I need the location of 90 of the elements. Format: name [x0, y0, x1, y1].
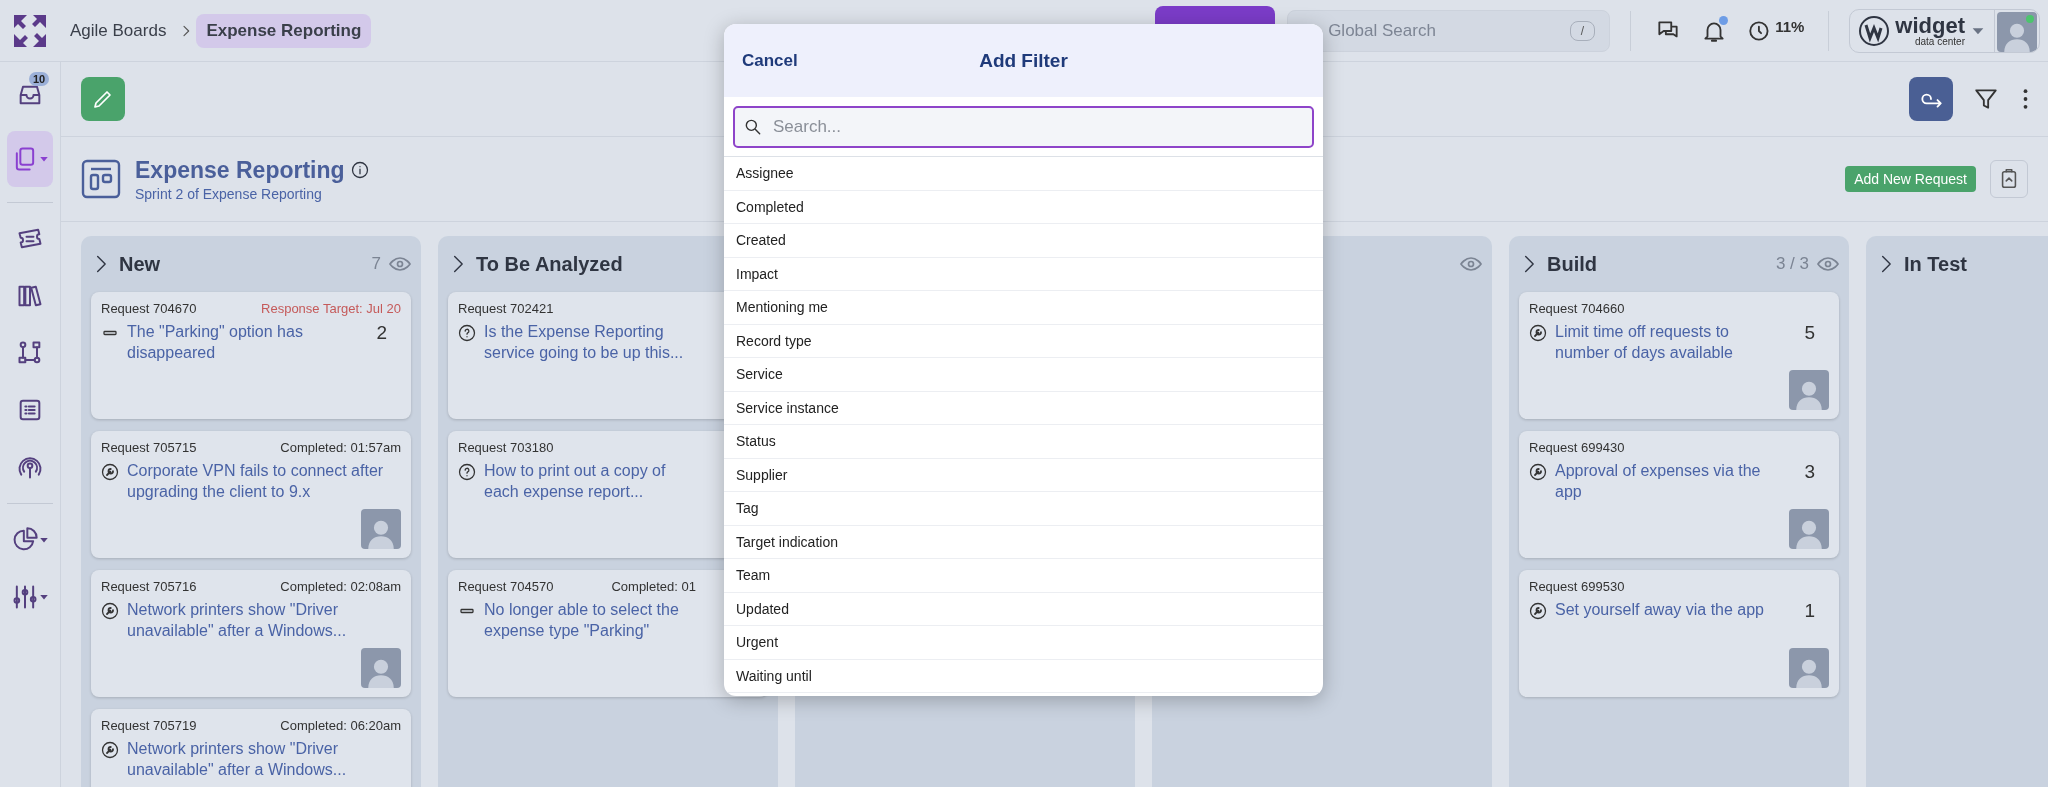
board-icon	[81, 159, 121, 199]
request-card[interactable]: Request 704670 Response Target: Jul 20 The "Parking" option has disappeared 2	[91, 292, 411, 419]
filter-option[interactable]: Record type	[724, 324, 1323, 358]
filter-option[interactable]: Target indication	[724, 525, 1323, 559]
request-title-link[interactable]: Corporate VPN fails to connect after upgrading the client to 9.x	[127, 461, 401, 503]
caret-icon	[39, 535, 49, 545]
filter-option[interactable]: Waiting until	[724, 659, 1323, 693]
clipboard-button[interactable]	[1990, 160, 2028, 198]
request-count: 2	[375, 322, 388, 344]
board-title: Expense Reporting	[135, 156, 345, 184]
flow-button[interactable]	[1909, 77, 1953, 121]
column-count: 7	[371, 254, 381, 274]
filter-option[interactable]: Service	[724, 358, 1323, 392]
breadcrumb-link[interactable]: Expense Reporting	[196, 13, 372, 48]
filter-option[interactable]: Team	[724, 559, 1323, 593]
organization-logo-icon	[1858, 14, 1891, 47]
request-number: Request 699430	[1529, 440, 1625, 455]
cancel-button[interactable]: Cancel	[732, 42, 808, 79]
question-icon	[458, 324, 476, 342]
count-badge: 10	[29, 72, 50, 86]
filter-option[interactable]: Mentioning me	[724, 291, 1323, 325]
global-search-field[interactable]: Global Search /	[1287, 9, 1611, 52]
filter-option[interactable]: Supplier	[724, 458, 1323, 492]
request-count: 3	[1803, 461, 1816, 483]
request-title-link[interactable]: Limit time off requests to number of days available	[1555, 322, 1777, 364]
column-title: Build	[1547, 252, 1597, 276]
column-title: New	[119, 252, 161, 276]
request-title-link[interactable]: How to print out a copy of each expense report...	[484, 461, 696, 503]
request-title-link[interactable]: Set yourself away via the app	[1555, 600, 1777, 621]
filter-option[interactable]: Status	[724, 425, 1323, 459]
request-number: Request 704670	[101, 301, 197, 316]
request-status: Completed: 06:20am	[280, 718, 401, 733]
timer-button[interactable]: 11%	[1743, 13, 1809, 48]
question-icon	[458, 463, 476, 481]
request-title-link[interactable]: Is the Expense Reporting service going to be up this...	[484, 322, 696, 364]
filter-option[interactable]: Urgent	[724, 626, 1323, 660]
request-status: Completed: 01	[611, 579, 696, 594]
caret-icon	[39, 154, 49, 164]
column-title: In Test	[1904, 252, 1967, 276]
request-number: Request 704660	[1529, 301, 1625, 316]
request-count: 5	[1803, 322, 1816, 344]
kebab-icon	[2023, 89, 2028, 109]
logo-icon	[13, 13, 47, 48]
wrench-icon	[101, 741, 119, 759]
request-status: Response Target: Jul 20	[261, 301, 401, 316]
request-title-link[interactable]: Network printers show "Driver unavailable" after a Windows...	[127, 739, 401, 781]
wrench-icon	[1529, 324, 1547, 342]
request-card[interactable]: Request 705719 Completed: 06:20am Network printers show "Driver unavailable" after a Windows...	[91, 709, 411, 787]
request-count: 1	[1803, 600, 1816, 622]
column-count: 3 / 3	[1775, 254, 1809, 274]
dialog-title: Add Filter	[979, 49, 1068, 71]
request-number: Request 705715	[101, 440, 197, 455]
wrench-icon	[1529, 602, 1547, 620]
info-icon	[350, 161, 369, 179]
request-status: Completed: 01:57am	[280, 440, 401, 455]
caret-icon	[39, 592, 49, 602]
request-number: Request 704570	[458, 579, 554, 594]
request-title-link[interactable]: Approval of expenses via the app	[1555, 461, 1777, 503]
request-number: Request 705719	[101, 718, 197, 733]
filter-option[interactable]: Impact	[724, 257, 1323, 291]
request-card[interactable]: Request 704660 Limit time off requests to number of days available 5	[1519, 292, 1839, 419]
request-status: Completed: 02:08am	[280, 579, 401, 594]
request-number: Request 705716	[101, 579, 197, 594]
request-card[interactable]: Request 699530 Set yourself away via the app 1	[1519, 570, 1839, 697]
request-title-link[interactable]: No longer able to select the expense type "Parking"	[484, 600, 696, 642]
sliders-icon	[11, 583, 39, 611]
filter-option[interactable]: Created	[724, 224, 1323, 258]
request-title-link[interactable]: Network printers show "Driver unavailable" after a Windows...	[127, 600, 401, 642]
filter-option[interactable]: Tag	[724, 492, 1323, 526]
wrench-icon	[101, 602, 119, 620]
request-number: Request 699530	[1529, 579, 1625, 594]
request-number: Request 702421	[458, 301, 554, 316]
shortcut-key: /	[1569, 20, 1596, 41]
column-title: To Be Analyzed	[476, 252, 623, 276]
wrench-icon	[101, 463, 119, 481]
request-number: Request 703180	[458, 440, 554, 455]
sidebar-item[interactable]	[7, 131, 53, 187]
breadcrumb-link[interactable]: Agile Boards	[60, 13, 177, 48]
board-subtitle: Sprint 2 of Expense Reporting	[135, 185, 323, 202]
request-card[interactable]: Request 705715 Completed: 01:57am Corporate VPN fails to connect after upgrading the client to 9.x	[91, 431, 411, 558]
request-title-link[interactable]: The "Parking" option has disappeared	[127, 322, 349, 364]
wrench-icon	[1529, 463, 1547, 481]
filter-option[interactable]: Updated	[724, 592, 1323, 626]
request-card[interactable]: Request 705716 Completed: 02:08am Network printers show "Driver unavailable" after a Windows...	[91, 570, 411, 697]
sidebar-item[interactable]: 10	[7, 74, 53, 116]
filter-search-field[interactable]: Search...	[733, 106, 1314, 148]
filter-option[interactable]: Service instance	[724, 391, 1323, 425]
filter-option[interactable]: Assignee	[724, 157, 1323, 191]
request-card[interactable]: Request 699430 Approval of expenses via the app 3	[1519, 431, 1839, 558]
filter-option[interactable]: Completed	[724, 190, 1323, 224]
